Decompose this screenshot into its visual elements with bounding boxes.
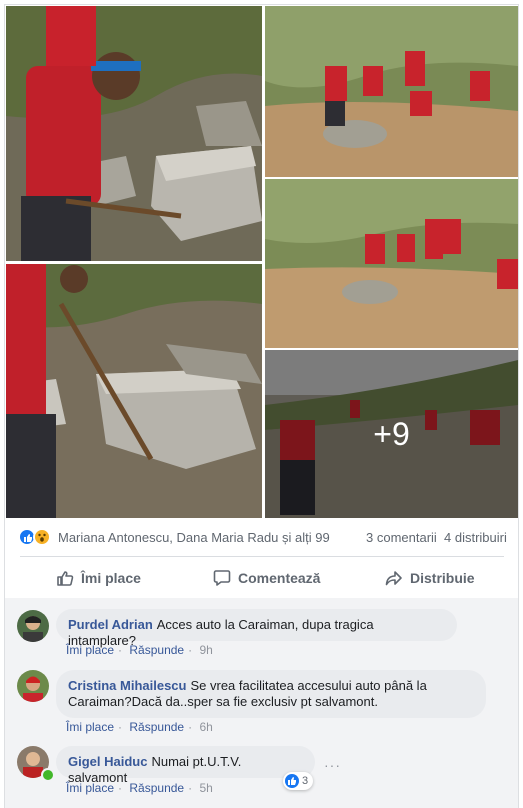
comment-meta: Îmi place · Răspunde · 6h: [66, 720, 217, 734]
share-button[interactable]: Distribuie: [385, 569, 475, 587]
share-count[interactable]: 4 distribuiri: [444, 530, 507, 545]
dot-separator: ·: [118, 643, 123, 657]
comment-author[interactable]: Cristina Mihailescu: [68, 678, 186, 693]
comment-author[interactable]: Purdel Adrian: [68, 617, 153, 632]
comment-count[interactable]: 3 comentarii: [366, 530, 437, 545]
dot-separator: ·: [118, 781, 123, 795]
dot-separator: ·: [188, 643, 193, 657]
comment-reply-link[interactable]: Răspunde: [129, 643, 184, 657]
comment-button[interactable]: Comentează: [213, 569, 320, 587]
comment-bubble: Gigel Haiduc Numai pt.U.T.V. salvamont: [56, 746, 315, 785]
comment-reply-link[interactable]: Răspunde: [129, 781, 184, 795]
divider: [20, 556, 504, 557]
like-button[interactable]: Îmi place: [56, 569, 141, 587]
comment-meta: Îmi place · Răspunde · 5h: [66, 781, 217, 795]
thumbs-up-icon: [57, 571, 74, 586]
comment-meta: Îmi place · Răspunde · 9h: [66, 643, 217, 657]
avatar[interactable]: [17, 610, 49, 642]
dot-separator: ·: [118, 720, 123, 734]
comment-icon: [213, 570, 231, 586]
dot-separator: ·: [188, 720, 193, 734]
comment-time[interactable]: 9h: [199, 643, 212, 657]
action-bar: Îmi place Comentează Distribuie: [6, 563, 516, 597]
avatar[interactable]: [17, 670, 49, 702]
comment-options-menu[interactable]: ···: [324, 757, 341, 773]
comment-time[interactable]: 6h: [199, 720, 212, 734]
post-photo-5[interactable]: +9: [265, 350, 518, 518]
dot-separator: ·: [188, 781, 193, 795]
comment-reaction-badge[interactable]: 3: [283, 772, 314, 790]
like-button-label: Îmi place: [81, 570, 141, 586]
comment-bubble: Purdel Adrian Acces auto la Caraiman, dup…: [56, 609, 457, 648]
post-photo-1[interactable]: [6, 6, 262, 261]
comment-like-link[interactable]: Îmi place: [66, 720, 114, 734]
wow-reaction-icon: [33, 528, 51, 546]
comment-author[interactable]: Gigel Haiduc: [68, 754, 147, 769]
comment-button-label: Comentează: [238, 570, 321, 586]
online-status-icon: [41, 768, 55, 782]
post-photo-3[interactable]: [265, 6, 518, 177]
reactions-summary[interactable]: Mariana Antonescu, Dana Maria Radu și al…: [6, 525, 516, 551]
comment-reply-link[interactable]: Răspunde: [129, 720, 184, 734]
comment-like-link[interactable]: Îmi place: [66, 781, 114, 795]
more-photos-overlay[interactable]: +9: [265, 350, 518, 518]
post-photo-4[interactable]: [265, 179, 518, 348]
reaction-names[interactable]: Mariana Antonescu, Dana Maria Radu și al…: [58, 530, 330, 545]
comment-bubble: Cristina Mihailescu Se vrea facilitatea a…: [56, 670, 486, 718]
share-button-label: Distribuie: [410, 570, 475, 586]
post-photo-2[interactable]: [6, 264, 262, 518]
comment-like-link[interactable]: Îmi place: [66, 643, 114, 657]
comment-like-count: 3: [302, 775, 309, 787]
like-reaction-icon: [285, 774, 299, 788]
share-icon: [385, 571, 402, 586]
comment-time[interactable]: 5h: [199, 781, 212, 795]
